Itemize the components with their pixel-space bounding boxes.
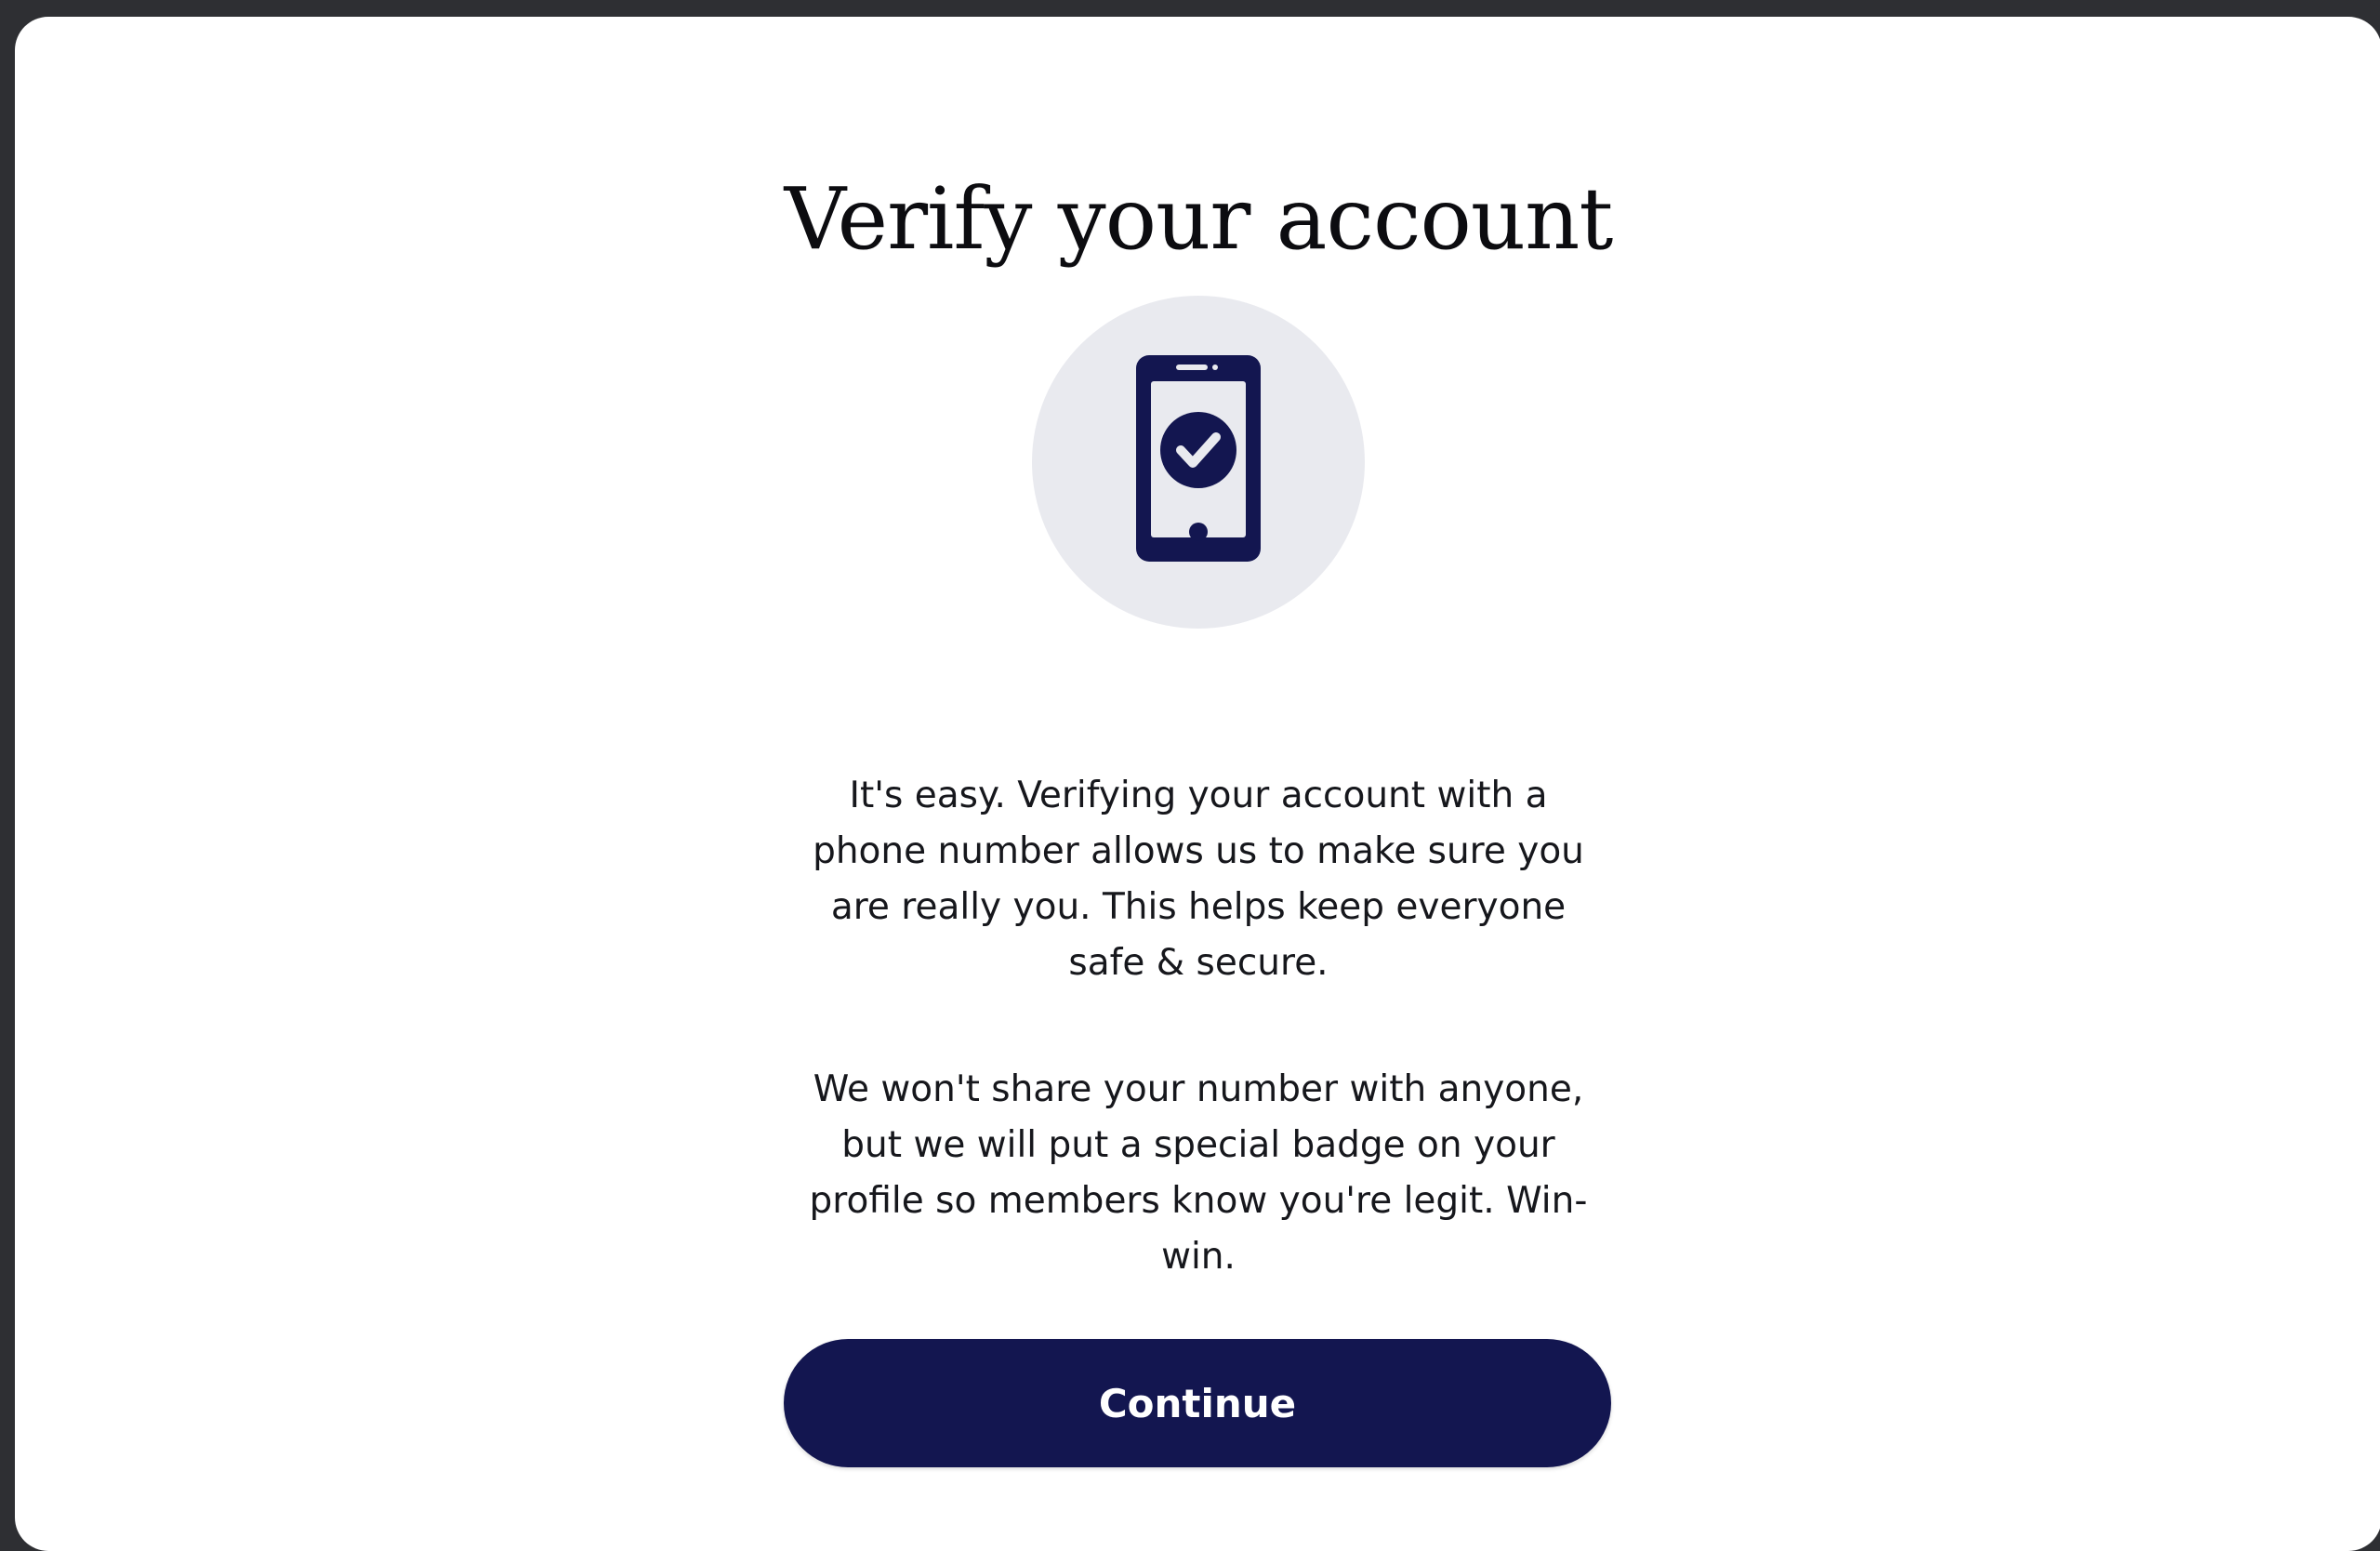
intro-paragraph: It's easy. Verifying your account with a… [15, 768, 2380, 991]
continue-button[interactable]: Continue [784, 1339, 1611, 1467]
page-title: Verify your account [784, 169, 1614, 269]
privacy-paragraph: We won't share your number with anyone, … [15, 1062, 2380, 1285]
icon-badge [1032, 296, 1365, 629]
intro-paragraph-text: It's easy. Verifying your account with a… [813, 775, 1584, 984]
verify-account-modal: Verify your account It's easy. Verifying… [15, 17, 2380, 1551]
privacy-paragraph-text: We won't share your number with anyone, … [809, 1068, 1588, 1278]
phone-check-icon [1136, 355, 1261, 562]
